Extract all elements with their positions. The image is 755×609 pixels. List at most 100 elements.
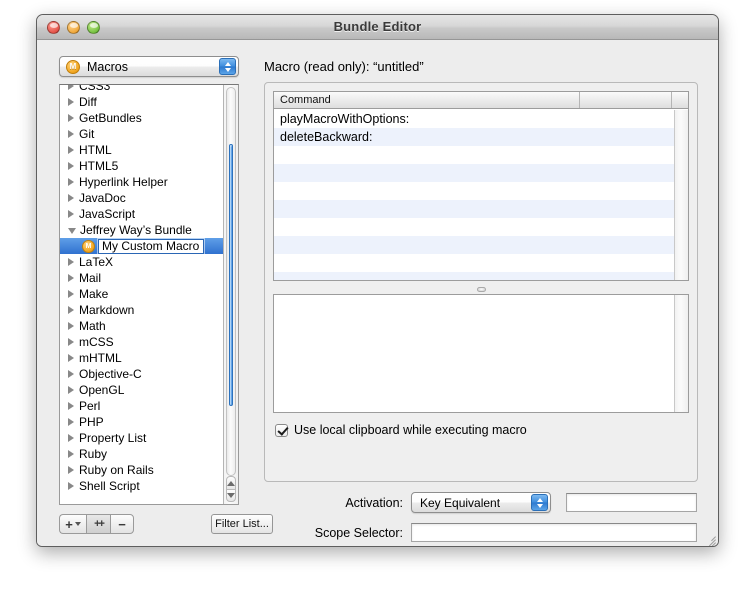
rename-input[interactable]: My Custom Macro xyxy=(98,238,205,254)
disclosure-triangle-icon[interactable] xyxy=(68,338,74,346)
column-header-tertiary[interactable] xyxy=(672,92,688,108)
list-item[interactable]: Math xyxy=(60,318,223,334)
list-item[interactable]: mHTML xyxy=(60,350,223,366)
list-item[interactable]: OpenGL xyxy=(60,382,223,398)
plus-icon: + xyxy=(65,516,73,532)
local-clipboard-checkbox-row[interactable]: Use local clipboard while executing macr… xyxy=(275,423,527,437)
disclosure-triangle-icon[interactable] xyxy=(68,402,74,410)
list-item[interactable]: Perl xyxy=(60,398,223,414)
list-item[interactable]: Ruby xyxy=(60,446,223,462)
list-item[interactable]: mCSS xyxy=(60,334,223,350)
table-row-empty[interactable] xyxy=(274,272,674,280)
table-row[interactable]: playMacroWithOptions: xyxy=(274,110,674,128)
disclosure-triangle-icon[interactable] xyxy=(68,146,74,154)
disclosure-triangle-icon[interactable] xyxy=(68,370,74,378)
list-item[interactable]: LaTeX xyxy=(60,254,223,270)
disclosure-triangle-icon[interactable] xyxy=(68,274,74,282)
disclosure-triangle-icon[interactable] xyxy=(68,306,74,314)
scope-selector-row: Scope Selector: xyxy=(264,523,697,542)
list-item[interactable]: Property List xyxy=(60,430,223,446)
list-item[interactable]: GetBundles xyxy=(60,110,223,126)
remove-item-button[interactable]: − xyxy=(110,514,134,534)
list-item[interactable]: Git xyxy=(60,126,223,142)
list-item[interactable]: HTML5 xyxy=(60,158,223,174)
table-row-empty[interactable] xyxy=(274,146,674,164)
disclosure-triangle-icon[interactable] xyxy=(68,85,74,90)
disclosure-triangle-icon[interactable] xyxy=(68,322,74,330)
disclosure-triangle-icon[interactable] xyxy=(68,418,74,426)
disclosure-triangle-icon[interactable] xyxy=(68,178,74,186)
disclosure-triangle-icon[interactable] xyxy=(68,450,74,458)
list-item[interactable]: CSS3 xyxy=(60,85,223,94)
table-row-empty[interactable] xyxy=(274,164,674,182)
scroll-up-button[interactable] xyxy=(226,476,236,489)
list-item[interactable]: Mail xyxy=(60,270,223,286)
list-item[interactable]: Diff xyxy=(60,94,223,110)
table-row-empty[interactable] xyxy=(274,254,674,272)
bundle-item-type-popup[interactable]: M Macros xyxy=(59,56,239,77)
disclosure-triangle-icon[interactable] xyxy=(68,114,74,122)
table-row-empty[interactable] xyxy=(274,236,674,254)
table-row[interactable]: deleteBackward: xyxy=(274,128,674,146)
detail-scrollbar[interactable] xyxy=(674,295,688,412)
scope-selector-input[interactable] xyxy=(411,523,697,542)
local-clipboard-checkbox[interactable] xyxy=(275,423,288,437)
disclosure-triangle-icon[interactable] xyxy=(68,386,74,394)
disclosure-triangle-icon[interactable] xyxy=(68,354,74,362)
list-item[interactable]: Ruby on Rails xyxy=(60,462,223,478)
add-item-button[interactable]: + xyxy=(59,514,86,534)
pane-splitter[interactable] xyxy=(273,285,689,294)
activation-select[interactable]: Key Equivalent xyxy=(411,492,551,513)
disclosure-triangle-icon[interactable] xyxy=(68,98,74,106)
list-item-my-custom-macro[interactable]: M My Custom Macro xyxy=(60,238,223,254)
column-header-command[interactable]: Command xyxy=(274,92,580,108)
bundle-list-scrollarea: CSS3 Diff GetBundles Git HTML HTML5 Hype… xyxy=(60,85,223,504)
chevron-down-icon xyxy=(74,522,81,526)
command-table[interactable]: Command playMacroWithOptions: deleteBack… xyxy=(273,91,689,281)
list-item[interactable]: JavaScript xyxy=(60,206,223,222)
window-title: Bundle Editor xyxy=(333,19,422,34)
table-row-empty[interactable] xyxy=(274,218,674,236)
window-resize-grip[interactable] xyxy=(702,531,716,546)
disclosure-triangle-icon[interactable] xyxy=(68,258,74,266)
scrollbar-track[interactable] xyxy=(226,87,236,476)
list-item-label: Make xyxy=(79,287,109,301)
list-item[interactable]: Markdown xyxy=(60,302,223,318)
chevron-updown-icon[interactable] xyxy=(531,494,548,511)
list-item[interactable]: Objective-C xyxy=(60,366,223,382)
bundle-list[interactable]: CSS3 Diff GetBundles Git HTML HTML5 Hype… xyxy=(59,84,239,505)
disclosure-triangle-icon[interactable] xyxy=(68,482,74,490)
disclosure-triangle-icon[interactable] xyxy=(68,434,74,442)
activation-label: Activation: xyxy=(345,495,403,510)
bundle-list-scrollbar[interactable] xyxy=(223,85,238,504)
bundle-editor-window: Bundle Editor M Macros CSS3 Diff GetBund… xyxy=(36,14,719,547)
scrollbar-buttons xyxy=(226,476,236,502)
table-row-empty[interactable] xyxy=(274,182,674,200)
list-item[interactable]: HTML xyxy=(60,142,223,158)
list-item-jeffrey-ways-bundle[interactable]: Jeffrey Way’s Bundle xyxy=(60,222,223,238)
macro-badge-icon: M xyxy=(66,59,80,74)
list-item[interactable]: Shell Script xyxy=(60,478,223,494)
column-header-secondary[interactable] xyxy=(580,92,672,108)
command-detail-textarea[interactable] xyxy=(273,294,689,413)
list-item[interactable]: JavaDoc xyxy=(60,190,223,206)
list-item-label: OpenGL xyxy=(79,383,125,397)
window-titlebar[interactable]: Bundle Editor xyxy=(37,15,718,40)
disclosure-triangle-icon[interactable] xyxy=(68,466,74,474)
list-item[interactable]: Hyperlink Helper xyxy=(60,174,223,190)
scroll-down-button[interactable] xyxy=(226,489,236,502)
duplicate-item-button[interactable]: ++ xyxy=(86,514,110,534)
chevron-updown-icon[interactable] xyxy=(219,58,236,75)
disclosure-triangle-icon[interactable] xyxy=(68,210,74,218)
list-item[interactable]: PHP xyxy=(60,414,223,430)
table-row-empty[interactable] xyxy=(274,200,674,218)
disclosure-triangle-icon[interactable] xyxy=(68,162,74,170)
disclosure-triangle-icon[interactable] xyxy=(68,130,74,138)
disclosure-triangle-icon[interactable] xyxy=(68,194,74,202)
command-table-scrollbar[interactable] xyxy=(674,110,688,280)
scrollbar-thumb[interactable] xyxy=(229,144,233,406)
disclosure-triangle-icon[interactable] xyxy=(68,290,74,298)
list-item[interactable]: Make xyxy=(60,286,223,302)
disclosure-triangle-open-icon[interactable] xyxy=(68,228,76,234)
key-equivalent-input[interactable] xyxy=(566,493,697,512)
